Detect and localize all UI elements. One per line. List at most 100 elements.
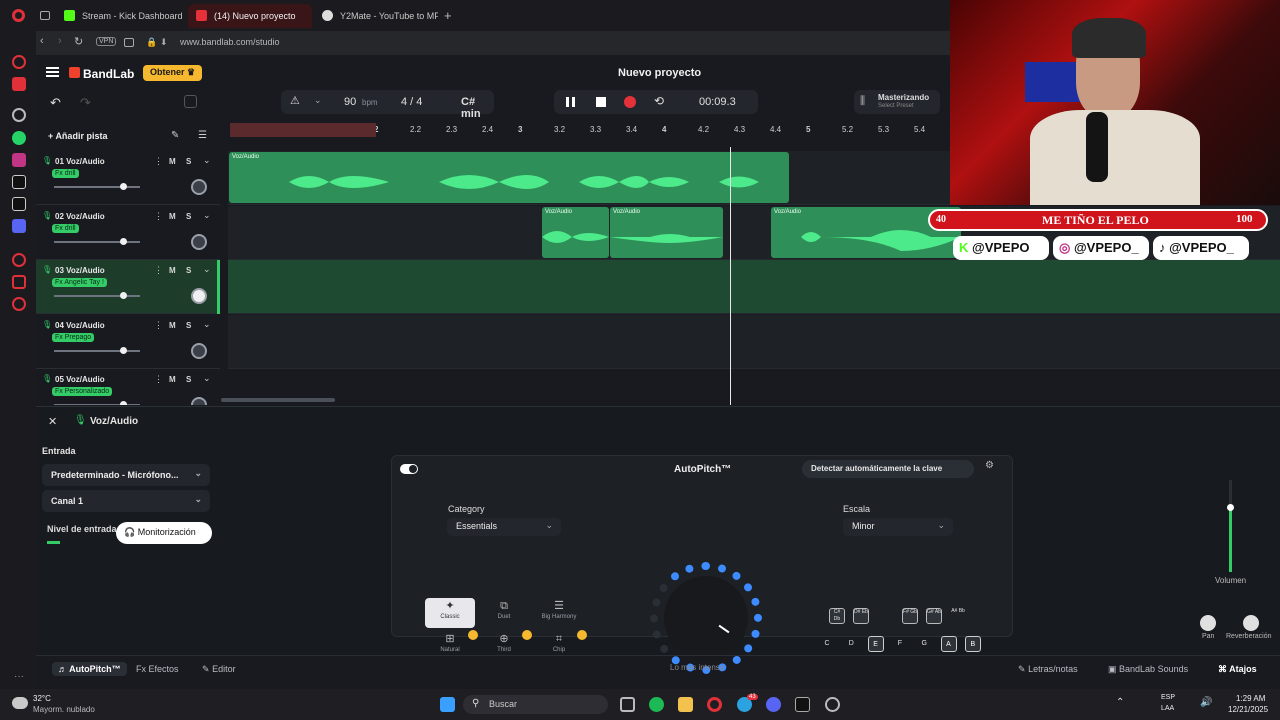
track-header[interactable]: 🎙 01 Voz/Audio Fx drill ⋮ M S ⌄ (36, 151, 220, 205)
weather-icon[interactable] (12, 697, 28, 709)
opera-logo-icon[interactable] (12, 9, 25, 22)
chevron-down-icon[interactable]: ⌄ (203, 373, 211, 384)
metronome-icon[interactable]: ⚠ (290, 94, 300, 107)
stop-icon[interactable] (596, 97, 606, 107)
tab-overview-icon[interactable] (40, 11, 50, 20)
clock[interactable]: 1:29 AM (1236, 694, 1265, 703)
settings-extension-icon[interactable] (12, 108, 26, 122)
track-settings-icon[interactable]: ☰ (198, 130, 207, 141)
scale-dropdown[interactable]: Minor ⌄ (843, 518, 953, 536)
opera-taskbar-icon[interactable] (707, 697, 722, 712)
pan-knob[interactable] (191, 233, 207, 250)
category-dropdown[interactable]: Essentials ⌄ (447, 518, 561, 536)
tab-y2mate[interactable]: Y2Mate - YouTube to MP... (314, 4, 438, 28)
whatsapp-icon[interactable] (12, 131, 26, 145)
track-header[interactable]: 🎙 03 Voz/Audio Fx Angelic Tay ! ⋮ M S ⌄ (36, 260, 220, 314)
pinboard-icon[interactable] (12, 275, 26, 289)
mastering-button[interactable]: ⫼ Masterizando Select Preset (854, 90, 940, 114)
get-membership-button[interactable]: Obtener ♛ (143, 65, 203, 81)
mute-button[interactable]: M (169, 157, 176, 166)
autopitch-toggle[interactable] (400, 464, 418, 474)
taskbar-search[interactable]: ⚲ Buscar (463, 695, 608, 714)
solo-button[interactable]: S (186, 212, 191, 221)
track-fx-badge[interactable]: Fx drill (52, 223, 79, 233)
volume-knob[interactable] (1227, 504, 1234, 511)
volume-slider[interactable] (54, 349, 140, 352)
note-key[interactable]: B (964, 636, 981, 652)
channel-dropdown[interactable]: Canal 1 ⌄ (42, 490, 210, 512)
pan-knob[interactable] (191, 288, 207, 304)
bandlab-logo-text[interactable]: BandLab (83, 67, 134, 81)
footer-sounds[interactable]: ▣ BandLab Sounds (1108, 664, 1188, 675)
footer-shortcuts[interactable]: ⌘ Atajos (1218, 664, 1257, 675)
accidental-key[interactable]: D# Eb (853, 608, 869, 624)
volume-slider[interactable] (54, 404, 140, 405)
capcut-icon[interactable] (795, 697, 810, 712)
pan-knob[interactable] (191, 397, 207, 405)
mute-button[interactable]: M (169, 321, 176, 330)
tab-kick-dashboard[interactable]: Stream - Kick Dashboard (56, 4, 184, 28)
vpn-badge[interactable]: VPN (96, 37, 117, 46)
tab-bandlab-project[interactable]: (14) Nuevo proyecto (188, 4, 312, 28)
file-explorer-icon[interactable] (678, 697, 693, 712)
footer-tab-autopitch[interactable]: ♬ AutoPitch™ (52, 662, 127, 676)
track-name[interactable]: 05 Voz/Audio (55, 375, 105, 384)
track-name[interactable]: 03 Voz/Audio (55, 266, 105, 275)
category-big-harmony[interactable]: ☰ Big Harmony (534, 598, 584, 628)
track-fx-badge[interactable]: Fx Personalizado (52, 387, 113, 396)
pan-knob[interactable] (1200, 615, 1216, 631)
sidebar-settings-icon[interactable] (12, 297, 26, 311)
track-name[interactable]: 04 Voz/Audio (55, 321, 105, 330)
track-lane-3[interactable] (228, 260, 1280, 314)
crypto-wallet-icon[interactable] (12, 77, 26, 91)
monitoring-button[interactable]: 🎧 Monitorización (116, 522, 212, 544)
new-tab-button[interactable]: + (444, 8, 452, 23)
loop-icon[interactable]: ⟲ (654, 94, 664, 108)
redo-icon[interactable]: ↷ (80, 95, 91, 111)
snapshot-icon[interactable] (124, 38, 134, 47)
pan-knob[interactable] (191, 342, 207, 359)
volume-slider[interactable] (54, 186, 140, 188)
mute-button[interactable]: M (169, 375, 176, 384)
reverb-knob[interactable] (1243, 615, 1259, 631)
x-twitter-icon[interactable] (12, 197, 26, 211)
note-key[interactable]: C (819, 636, 835, 652)
url-field[interactable]: www.bandlab.com/studio (180, 37, 280, 47)
accidental-key[interactable]: A# Bb (950, 608, 966, 624)
audio-clip[interactable]: Voz/Audio (542, 207, 609, 258)
playhead[interactable] (730, 147, 731, 405)
loop-region[interactable] (230, 123, 376, 137)
spotify-icon[interactable] (649, 697, 664, 712)
note-key[interactable]: E (867, 636, 884, 652)
discord-taskbar-icon[interactable] (766, 697, 781, 712)
panel-toggle-icon[interactable] (184, 95, 197, 108)
pan-knob[interactable] (191, 179, 207, 195)
downloads-icon[interactable]: ⬇ (160, 37, 168, 48)
mute-button[interactable]: M (169, 266, 176, 275)
time-signature[interactable]: 4 / 4 (401, 96, 422, 108)
record-icon[interactable] (624, 96, 636, 108)
project-title[interactable]: Nuevo proyecto (618, 67, 701, 79)
volume-tray-icon[interactable]: 🔊 (1200, 697, 1212, 708)
chevron-down-icon[interactable]: ⌄ (203, 210, 211, 221)
discord-icon[interactable] (12, 219, 26, 233)
track-fx-badge[interactable]: Fx drill (52, 169, 79, 178)
accidental-key[interactable]: F# Gb (902, 608, 918, 624)
category-classic[interactable]: ✦ Classic (425, 598, 475, 628)
audio-clip[interactable]: Voz/Audio (229, 152, 789, 203)
track-fx-badge[interactable]: Fx Angelic Tay ! (52, 278, 107, 287)
aria-icon[interactable] (12, 55, 26, 69)
metronome-chevron-icon[interactable]: ⌄ (314, 95, 322, 106)
forward-icon[interactable]: › (58, 35, 62, 47)
mute-button[interactable]: M (169, 212, 176, 221)
track-menu-icon[interactable]: ⋮ (154, 374, 163, 385)
solo-button[interactable]: S (186, 321, 191, 330)
reload-icon[interactable]: ↻ (74, 35, 83, 48)
category-duet[interactable]: ⧉ Duet (479, 598, 529, 628)
more-icon[interactable]: ··· (14, 671, 24, 682)
chevron-down-icon[interactable]: ⌄ (203, 155, 211, 166)
hamburger-menu-icon[interactable] (46, 67, 59, 77)
detect-key-button[interactable]: Detectar automáticamente la clave (802, 460, 974, 478)
instagram-icon[interactable] (12, 153, 26, 167)
footer-lyrics[interactable]: ✎ Letras/notas (1018, 664, 1078, 675)
